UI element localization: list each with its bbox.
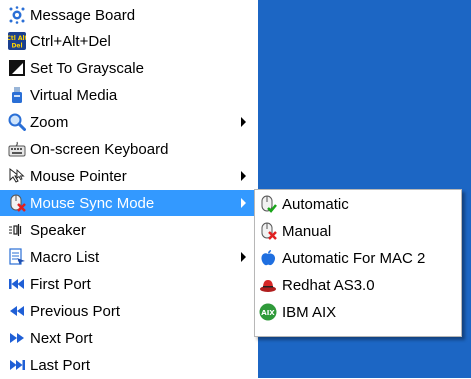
menu-item-label: Next Port [30,330,93,347]
submenu-arrow-icon [241,117,246,127]
mouse-cross-icon [259,222,277,240]
mouse-pointer-icon [8,167,26,185]
svg-text:Del: Del [11,43,22,50]
menu-item-on-screen-keyboard[interactable]: On-screen Keyboard [0,136,258,162]
menu-item-label: Macro List [30,249,100,266]
previous-port-icon [8,302,26,320]
macro-list-icon [8,248,26,266]
menu-item-mouse-pointer[interactable]: Mouse Pointer [0,163,258,189]
aix-icon: AIX [259,303,277,321]
submenu-item-manual[interactable]: Manual [255,218,461,245]
submenu-arrow-icon [241,171,246,181]
menu-item-label: Set To Grayscale [30,60,144,77]
submenu-item-label: IBM AIX [282,304,337,321]
menu-item-label: Previous Port [30,303,121,320]
mouse-sync-submenu: Automatic Manual Automatic For MAC 2 Red… [254,189,462,337]
submenu-item-ibm-aix[interactable]: AIX IBM AIX [255,299,461,326]
grayscale-icon [8,59,26,77]
menu-item-message-board[interactable]: Message Board [0,2,258,28]
submenu-item-automatic[interactable]: Automatic [255,191,461,218]
ctrl-alt-del-icon: Ctl Alt Del [7,32,28,50]
menu-item-mouse-sync-mode[interactable]: Mouse Sync Mode [0,190,258,216]
mouse-check-icon [259,195,277,213]
redhat-icon [259,276,277,294]
menu-item-speaker[interactable]: Speaker [0,217,258,243]
menu-item-label: Speaker [30,222,86,239]
menu-item-label: Ctrl+Alt+Del [30,33,111,50]
context-menu: Message Board Ctl Alt Del Ctrl+Alt+Del S… [0,0,258,378]
menu-item-ctrl-alt-del[interactable]: Ctl Alt Del Ctrl+Alt+Del [0,28,258,54]
menu-item-last-port[interactable]: Last Port [0,352,258,378]
mouse-sync-icon [8,194,26,212]
menu-item-macro-list[interactable]: Macro List [0,244,258,270]
apple-icon [259,249,277,267]
submenu-item-label: Automatic For MAC 2 [282,250,426,267]
last-port-icon [8,356,26,374]
submenu-item-redhat-as3[interactable]: Redhat AS3.0 [255,272,461,299]
svg-text:AIX: AIX [261,309,275,317]
submenu-arrow-icon [241,252,246,262]
submenu-item-automatic-for-mac-2[interactable]: Automatic For MAC 2 [255,245,461,272]
usb-media-icon [8,86,26,104]
submenu-arrow-icon [241,198,246,208]
menu-item-set-to-grayscale[interactable]: Set To Grayscale [0,55,258,81]
menu-item-label: Zoom [30,114,69,131]
menu-item-label: Last Port [30,357,91,374]
next-port-icon [8,329,26,347]
magnifier-icon [8,113,26,131]
speaker-icon [8,221,26,239]
menu-item-zoom[interactable]: Zoom [0,109,258,135]
submenu-item-label: Redhat AS3.0 [282,277,375,294]
menu-item-previous-port[interactable]: Previous Port [0,298,258,324]
submenu-item-label: Automatic [282,196,349,213]
menu-item-virtual-media[interactable]: Virtual Media [0,82,258,108]
menu-item-label: Virtual Media [30,87,118,104]
menu-item-label: Mouse Pointer [30,168,127,185]
menu-item-first-port[interactable]: First Port [0,271,258,297]
first-port-icon [8,275,26,293]
submenu-item-label: Manual [282,223,332,240]
menu-item-label: On-screen Keyboard [30,141,169,158]
menu-item-label: Message Board [30,7,136,24]
message-board-icon [8,6,26,24]
menu-item-label: First Port [30,276,91,293]
keyboard-icon [8,140,26,158]
menu-item-label: Mouse Sync Mode [30,195,155,212]
svg-text:Ctl Alt: Ctl Alt [8,35,26,42]
menu-item-next-port[interactable]: Next Port [0,325,258,351]
